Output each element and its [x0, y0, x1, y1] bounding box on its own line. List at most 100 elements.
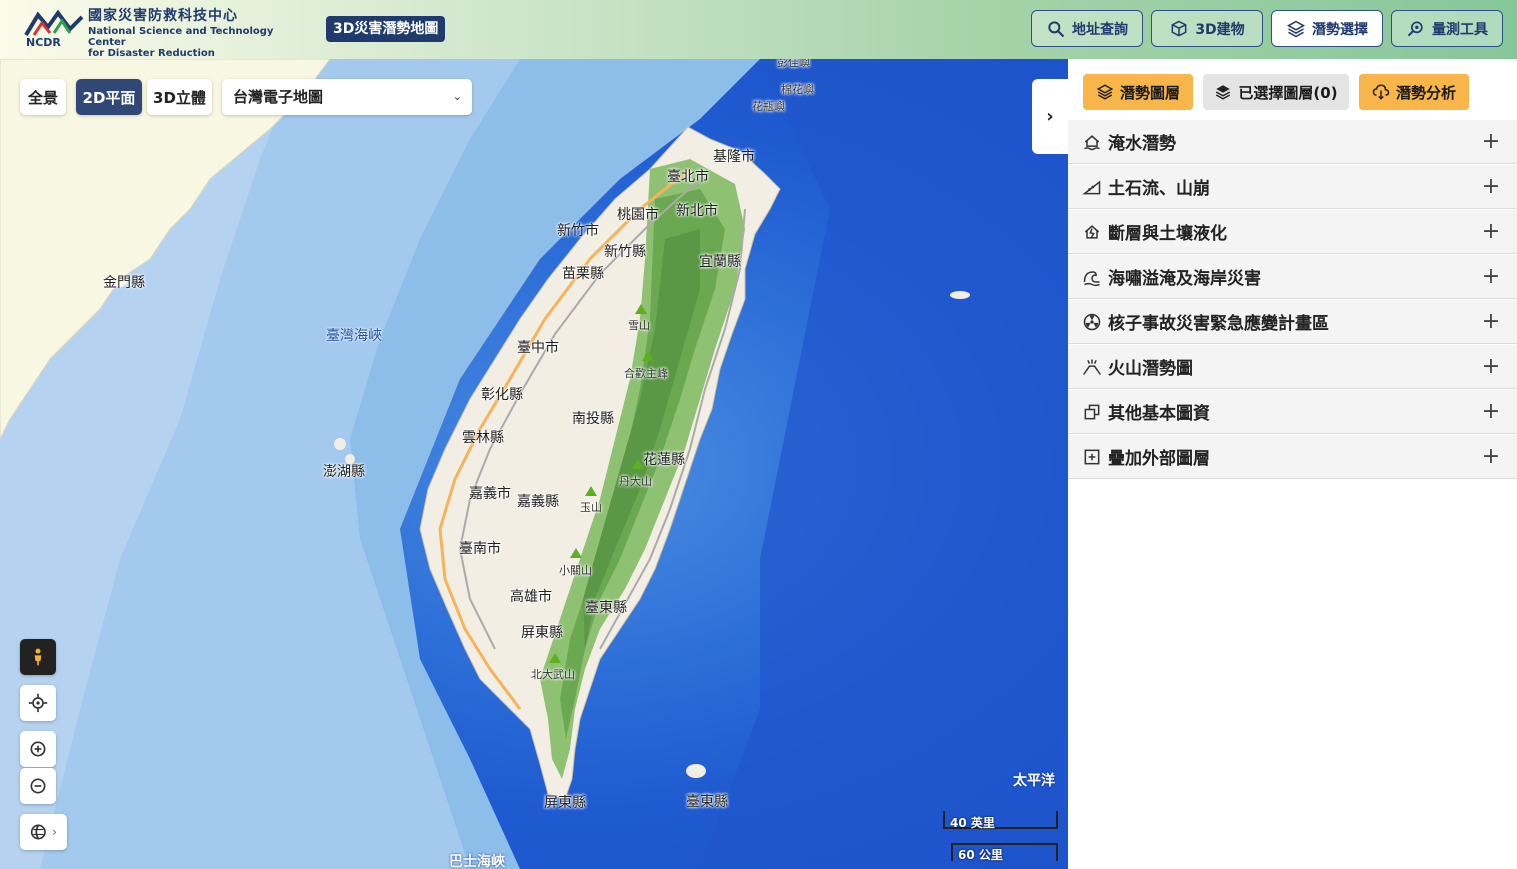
- logo-english-name-1: National Science and Technology Center: [88, 26, 274, 48]
- category-external-layers[interactable]: 疊加外部圖層 +: [1068, 435, 1517, 479]
- panel-collapse-button[interactable]: ›: [1032, 79, 1068, 154]
- category-basic-maps[interactable]: 其他基本圖資 +: [1068, 390, 1517, 434]
- ncdr-logo[interactable]: NCDR 國家災害防救科技中心 National Science and Tec…: [24, 9, 314, 59]
- zoom-in-icon: [30, 741, 46, 757]
- expand-plus-icon[interactable]: +: [1480, 444, 1502, 469]
- logo-abbr: NCDR: [26, 36, 61, 49]
- expand-plus-icon[interactable]: +: [1480, 174, 1502, 199]
- tab-potential-analysis[interactable]: 潛勢分析: [1359, 74, 1469, 110]
- zoom-out-icon: [30, 778, 46, 794]
- view-2d-button[interactable]: 2D平面: [76, 79, 142, 115]
- peak-marker-icon: [549, 653, 561, 663]
- add-box-icon: [1084, 449, 1100, 464]
- app-header: NCDR 國家災害防救科技中心 National Science and Tec…: [0, 0, 1517, 59]
- tab-selected-layers[interactable]: 已選擇圖層(0): [1203, 74, 1349, 110]
- chevron-right-icon: ›: [52, 825, 57, 839]
- globe-toggle-button[interactable]: ›: [20, 814, 67, 850]
- map-label-yushan: 玉山: [580, 501, 602, 514]
- category-basic-maps-label: 其他基本圖資: [1108, 404, 1210, 424]
- map-label-hsinchu-city: 新竹市: [557, 223, 599, 239]
- map-label-kaohsiung: 高雄市: [510, 589, 552, 605]
- category-landslide-label: 土石流、山崩: [1108, 179, 1210, 199]
- layers-icon: [1286, 20, 1306, 37]
- map-label-pingtung: 屏東縣: [521, 625, 563, 641]
- category-landslide[interactable]: 土石流、山崩 +: [1068, 165, 1517, 209]
- zoom-in-button[interactable]: [20, 731, 56, 767]
- map-label-xiaoguan: 小關山: [559, 564, 592, 577]
- map-viewport[interactable]: 彭佳嶼 棉花嶼 花瓶嶼 基隆市 臺北市 桃園市 新北市 新竹市 新竹縣 宜蘭縣 …: [0, 59, 1068, 869]
- landslide-icon: [1082, 179, 1101, 194]
- map-label-pingtung-south: 屏東縣: [544, 795, 586, 811]
- map-label-changhua: 彰化縣: [481, 387, 523, 403]
- view-3d-button[interactable]: 3D立體: [147, 79, 212, 115]
- map-label-danda: 丹大山: [619, 475, 652, 488]
- category-volcano[interactable]: 火山潛勢圖 +: [1068, 345, 1517, 389]
- map-label-chiayi-city: 嘉義市: [469, 486, 511, 502]
- category-fault[interactable]: 斷層與土壤液化 +: [1068, 210, 1517, 254]
- map-label-hehuan: 合歡主峰: [624, 367, 668, 380]
- stack-icon: [1216, 85, 1231, 100]
- category-fault-label: 斷層與土壤液化: [1108, 224, 1227, 244]
- category-flood-label: 淹水潛勢: [1108, 134, 1176, 154]
- layer-panel: 潛勢圖層 已選擇圖層(0) 潛勢分析 淹水潛勢 + 土石流、山崩 + 斷層與土壤…: [1068, 59, 1517, 869]
- radiation-icon: [1083, 313, 1101, 330]
- category-nuclear[interactable]: 核子事故災害緊急應變計畫區 +: [1068, 300, 1517, 344]
- scale-label-miles: 40 英里: [950, 816, 995, 830]
- app-title-badge: 3D災害潛勢地圖: [326, 16, 446, 42]
- map-label-keelung: 基隆市: [713, 149, 755, 165]
- map-label-pengjia: 彭佳嶼: [777, 59, 810, 69]
- pegman-icon: [34, 648, 42, 666]
- peak-marker-icon: [570, 548, 582, 558]
- map-label-nantou: 南投縣: [572, 411, 614, 427]
- map-label-snow-mountain: 雪山: [628, 319, 650, 332]
- pegman-button[interactable]: [20, 639, 56, 675]
- 3d-building-label: 3D建物: [1195, 21, 1245, 38]
- map-label-miaoli: 苗栗縣: [562, 266, 604, 282]
- map-terrain: [0, 59, 1068, 869]
- map-label-penghu: 澎湖縣: [323, 464, 365, 480]
- crosshair-icon: [28, 693, 48, 713]
- view-panorama-button[interactable]: 全景: [20, 79, 66, 115]
- basemap-select[interactable]: 台灣電子地圖 ⌄: [222, 79, 472, 115]
- expand-plus-icon[interactable]: +: [1480, 309, 1502, 334]
- tab-selected-layers-label: 已選擇圖層(0): [1238, 83, 1338, 102]
- scale-label-km: 60 公里: [958, 848, 1003, 862]
- category-nuclear-label: 核子事故災害緊急應變計畫區: [1108, 314, 1329, 334]
- potential-select-button[interactable]: 潛勢選擇: [1271, 10, 1383, 47]
- map-label-huaping: 花瓶嶼: [752, 100, 785, 113]
- cloud-download-icon: [1372, 84, 1390, 100]
- expand-plus-icon[interactable]: +: [1480, 129, 1502, 154]
- expand-plus-icon[interactable]: +: [1480, 264, 1502, 289]
- category-tsunami[interactable]: 海嘯溢淹及海岸災害 +: [1068, 255, 1517, 299]
- basemap-selected-value: 台灣電子地圖: [233, 88, 324, 106]
- fault-icon: [1084, 224, 1100, 239]
- map-label-kinmen: 金門縣: [103, 275, 145, 291]
- logo-english-name-2: for Disaster Reduction: [88, 48, 215, 59]
- address-search-button[interactable]: 地址查詢: [1031, 10, 1143, 47]
- category-flood[interactable]: 淹水潛勢 +: [1068, 120, 1517, 164]
- 3d-building-button[interactable]: 3D建物: [1151, 10, 1263, 47]
- category-external-layers-label: 疊加外部圖層: [1108, 449, 1210, 469]
- category-tsunami-label: 海嘯溢淹及海岸災害: [1108, 269, 1261, 289]
- zoom-out-button[interactable]: [20, 768, 56, 804]
- map-label-taitung-island: 臺東縣: [686, 794, 728, 810]
- expand-plus-icon[interactable]: +: [1480, 399, 1502, 424]
- map-label-newtaipei: 新北市: [676, 203, 718, 219]
- peak-marker-icon: [642, 351, 654, 361]
- globe-icon: [30, 824, 46, 840]
- cube-icon: [1171, 20, 1187, 37]
- peak-marker-icon: [635, 304, 647, 314]
- chevron-right-icon: ›: [1046, 106, 1054, 127]
- tab-potential-layers[interactable]: 潛勢圖層: [1083, 74, 1193, 110]
- volcano-icon: [1083, 359, 1101, 375]
- map-label-hualien: 花蓮縣: [643, 452, 685, 468]
- measure-tool-button[interactable]: 量測工具: [1391, 10, 1503, 47]
- expand-plus-icon[interactable]: +: [1480, 219, 1502, 244]
- expand-plus-icon[interactable]: +: [1480, 354, 1502, 379]
- map-label-taiwan-strait: 臺灣海峽: [326, 328, 382, 344]
- locate-button[interactable]: [20, 685, 56, 721]
- map-label-yunlin: 雲林縣: [462, 430, 504, 446]
- map-label-yilan: 宜蘭縣: [699, 254, 741, 270]
- map-label-hsinchu-county: 新竹縣: [604, 244, 646, 260]
- tab-potential-analysis-label: 潛勢分析: [1395, 83, 1456, 102]
